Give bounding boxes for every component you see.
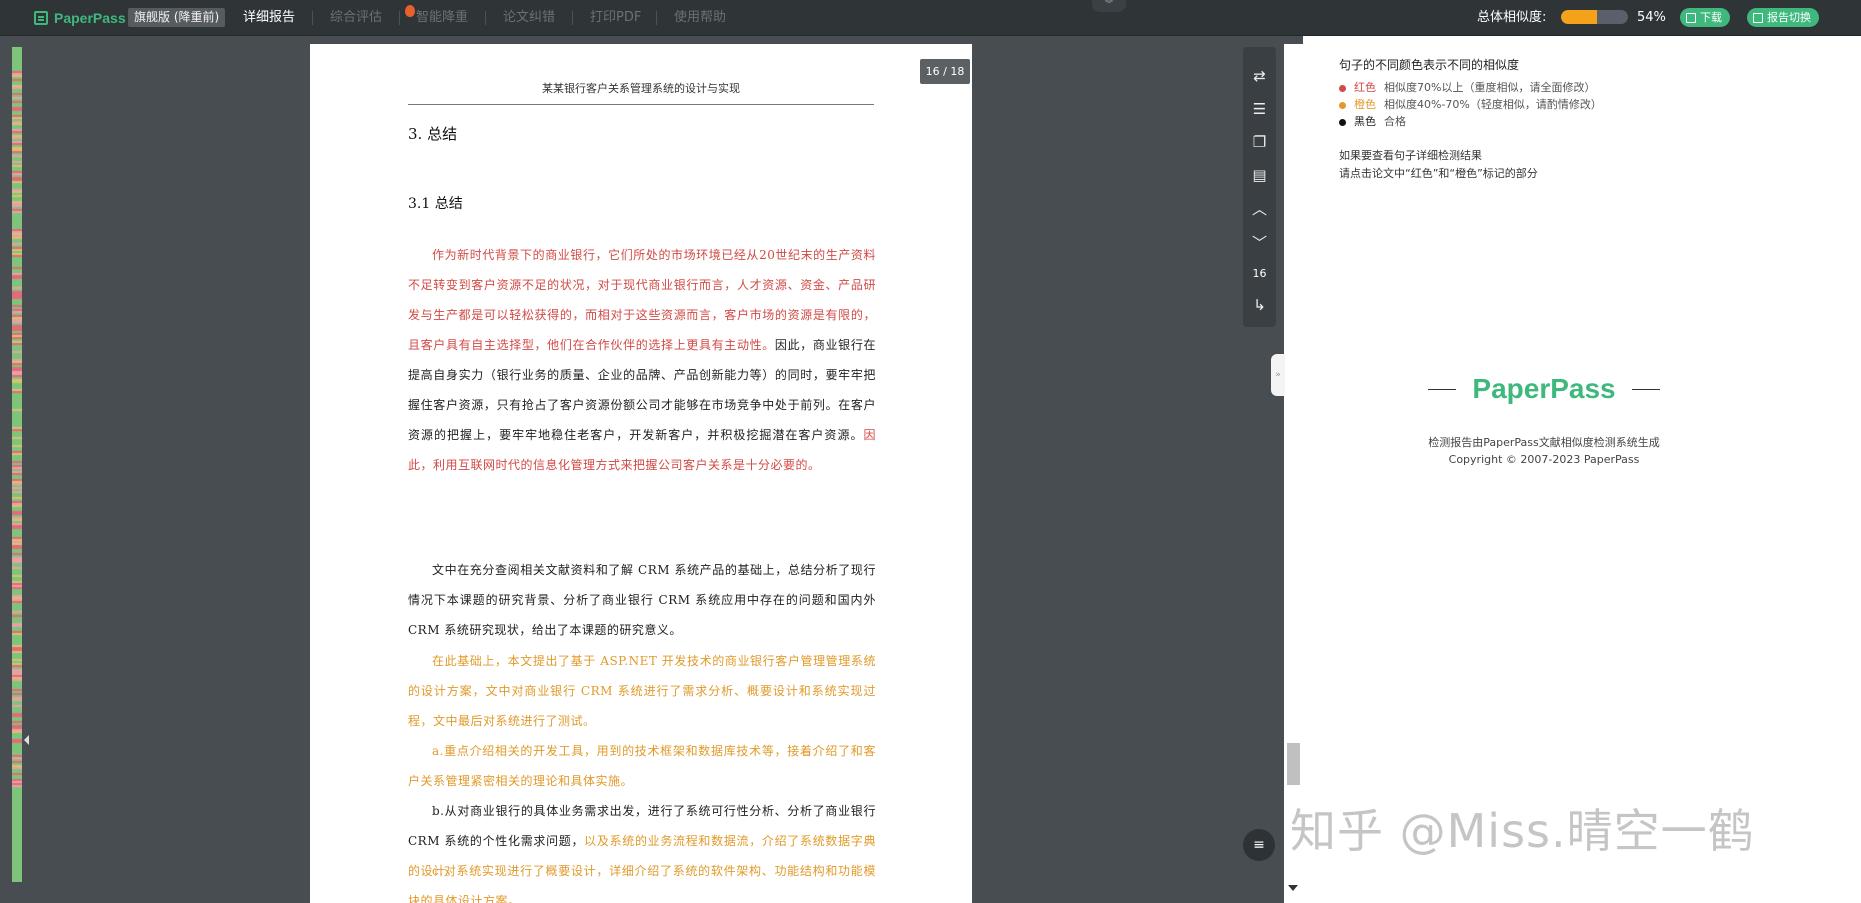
report-switch-label: 报告切换 — [1767, 11, 1811, 24]
edition-badge: 旗舰版 (降重前) — [128, 8, 226, 27]
switch-icon — [1753, 12, 1763, 23]
red-dot-icon — [1339, 84, 1346, 92]
chevron-down-icon: ﹀ — [1251, 233, 1267, 252]
divider-line — [1631, 388, 1660, 390]
swap-icon: ⇄ — [1253, 67, 1266, 85]
hint-line-2: 请点击论文中“红色”和“橙色”标记的部分 — [1339, 167, 1538, 180]
similarity-progress-fill — [1561, 10, 1598, 24]
double-chevron-right-icon: » — [1275, 370, 1281, 380]
sentence-black: 因此，商业银行在提高自身实力（银行业务的质量、企业的品牌、产品创新能力等）的同时… — [408, 338, 876, 442]
paragraph-1: 作为新时代背景下的商业银行，它们所处的市场环境已经从20世纪末的生产资料不足转变… — [408, 240, 876, 480]
collapse-left-arrow-icon[interactable] — [24, 735, 29, 745]
sentence-red[interactable]: 作为新时代背景下的商业银行，它们所处的市场环境已经从20世纪末的生产资料不足转变… — [408, 248, 876, 352]
copy-icon: ❐ — [1252, 133, 1267, 151]
download-button[interactable]: 下载 — [1680, 8, 1730, 27]
similarity-value: 54% — [1637, 10, 1666, 25]
swap-button[interactable]: ⇄ — [1243, 61, 1276, 91]
footer-generated-by: 检测报告由PaperPass文献相似度检测系统生成 — [1428, 436, 1660, 449]
paperpass-logo[interactable]: PaperPass — [34, 8, 126, 27]
legend-item-orange: 橙色 相似度40%-70%（轻度相似，请酌情修改） — [1339, 97, 1602, 113]
page-indicator: 16 / 18 — [920, 59, 970, 84]
black-dot-icon — [1339, 118, 1346, 126]
nav-paper-correction[interactable]: 论文纠错 — [503, 9, 555, 26]
legend-description: 合格 — [1384, 115, 1406, 128]
nav-divider — [656, 11, 657, 25]
running-title: 某某银行客户关系管理系统的设计与实现 — [408, 80, 874, 105]
chevron-up-icon: ︿ — [1251, 199, 1267, 218]
nav-divider — [572, 11, 573, 25]
similarity-heat-strip[interactable] — [12, 47, 22, 882]
hint-line-1: 如果要查看句子详细检测结果 — [1339, 149, 1482, 162]
similarity-progress-bar — [1561, 10, 1628, 24]
next-page-button[interactable]: ﹀ — [1243, 227, 1276, 257]
download-label: 下载 — [1700, 11, 1722, 24]
orange-dot-icon — [1339, 101, 1346, 109]
paragraph-6[interactable]: c.对系统实现进行了概要设计，详细介绍了系统的软件架构、功能结构和功能模块的具体… — [408, 856, 876, 903]
legend-description: 相似度40%-70%（轻度相似，请酌情修改） — [1384, 98, 1602, 111]
paragraph-4[interactable]: a.重点介绍相关的开发工具，用到的技术框架和数据库技术等，接着介绍了和客户关系管… — [408, 736, 876, 796]
legend-panel: 句子的不同颜色表示不同的相似度 红色 相似度70%以上（重度相似，请全面修改） … — [1303, 36, 1861, 903]
report-switch-button[interactable]: 报告切换 — [1747, 8, 1819, 27]
legend-description: 相似度70%以上（重度相似，请全面修改） — [1384, 81, 1596, 94]
hamburger-icon: ≡ — [1253, 837, 1265, 853]
nav-smart-rewrite[interactable]: 智能降重 — [416, 9, 468, 26]
nav-help[interactable]: 使用帮助 — [674, 9, 726, 26]
jump-icon: ↳ — [1253, 296, 1266, 314]
paragraph-3[interactable]: 在此基础上，本文提出了基于 ASP.NET 开发技术的商业银行客户管理管理系统的… — [408, 646, 876, 736]
nav-divider — [399, 11, 400, 25]
document-page: 某某银行客户关系管理系统的设计与实现 3. 总结 3.1 总结 作为新时代背景下… — [310, 44, 972, 903]
nav-detail-report[interactable]: 详细报告 — [243, 9, 295, 26]
align-button[interactable]: ▤ — [1243, 160, 1276, 190]
scroll-down-arrow-icon[interactable] — [1288, 885, 1298, 891]
legend-title: 句子的不同颜色表示不同的相似度 — [1339, 58, 1520, 72]
watermark: 知乎 @Miss.晴空一鹤 — [1290, 804, 1755, 858]
nav-divider — [485, 11, 486, 25]
legend-color-name: 橙色 — [1354, 98, 1376, 111]
download-icon — [1686, 12, 1696, 23]
align-icon: ▤ — [1252, 166, 1267, 184]
collapse-topbar-button[interactable]: ︾ — [1092, 0, 1126, 12]
brand-name: PaperPass — [54, 9, 126, 26]
previous-page-button[interactable]: ︿ — [1243, 193, 1276, 223]
nav-divider — [312, 11, 313, 25]
scrollbar-thumb[interactable] — [1287, 743, 1300, 785]
legend-color-name: 黑色 — [1354, 115, 1376, 128]
jump-page-button[interactable]: ↳ — [1243, 290, 1276, 320]
outline-icon: ☰ — [1252, 100, 1267, 118]
paragraph-2: 文中在充分查阅相关文献资料和了解 CRM 系统产品的基础上，总结分析了现行情况下… — [408, 563, 876, 637]
legend-item-red: 红色 相似度70%以上（重度相似，请全面修改） — [1339, 80, 1595, 96]
paperpass-logo-icon — [34, 10, 48, 25]
nav-overall-assessment[interactable]: 综合评估 — [330, 9, 382, 26]
similarity-label: 总体相似度: — [1477, 10, 1547, 25]
legend-item-black: 黑色 合格 — [1339, 114, 1406, 130]
footer-copyright: Copyright © 2007-2023 PaperPass — [1448, 453, 1640, 466]
nav-print-pdf[interactable]: 打印PDF — [590, 9, 641, 26]
copy-button[interactable]: ❐ — [1243, 127, 1276, 157]
double-chevron-down-icon: ︾ — [1104, 0, 1114, 10]
menu-button[interactable]: ≡ — [1243, 829, 1275, 861]
expand-panel-tab[interactable]: » — [1271, 354, 1285, 396]
legend-color-name: 红色 — [1354, 81, 1376, 94]
footer-logo: PaperPass — [1303, 373, 1785, 405]
hot-flame-icon — [405, 5, 415, 17]
divider-line — [1428, 388, 1457, 390]
outline-button[interactable]: ☰ — [1243, 94, 1276, 124]
top-bar: PaperPass 旗舰版 (降重前) 详细报告 综合评估 智能降重 论文纠错 … — [0, 0, 1861, 36]
subsection-heading: 3.1 总结 — [408, 196, 463, 212]
section-heading: 3. 总结 — [408, 125, 458, 143]
document-toolbar: ⇄ ☰ ❐ ▤ ︿ ﹀ ↳ — [1243, 47, 1276, 327]
footer-logo-text: PaperPass — [1472, 373, 1616, 404]
page-number-input[interactable]: 16 — [1243, 263, 1276, 285]
